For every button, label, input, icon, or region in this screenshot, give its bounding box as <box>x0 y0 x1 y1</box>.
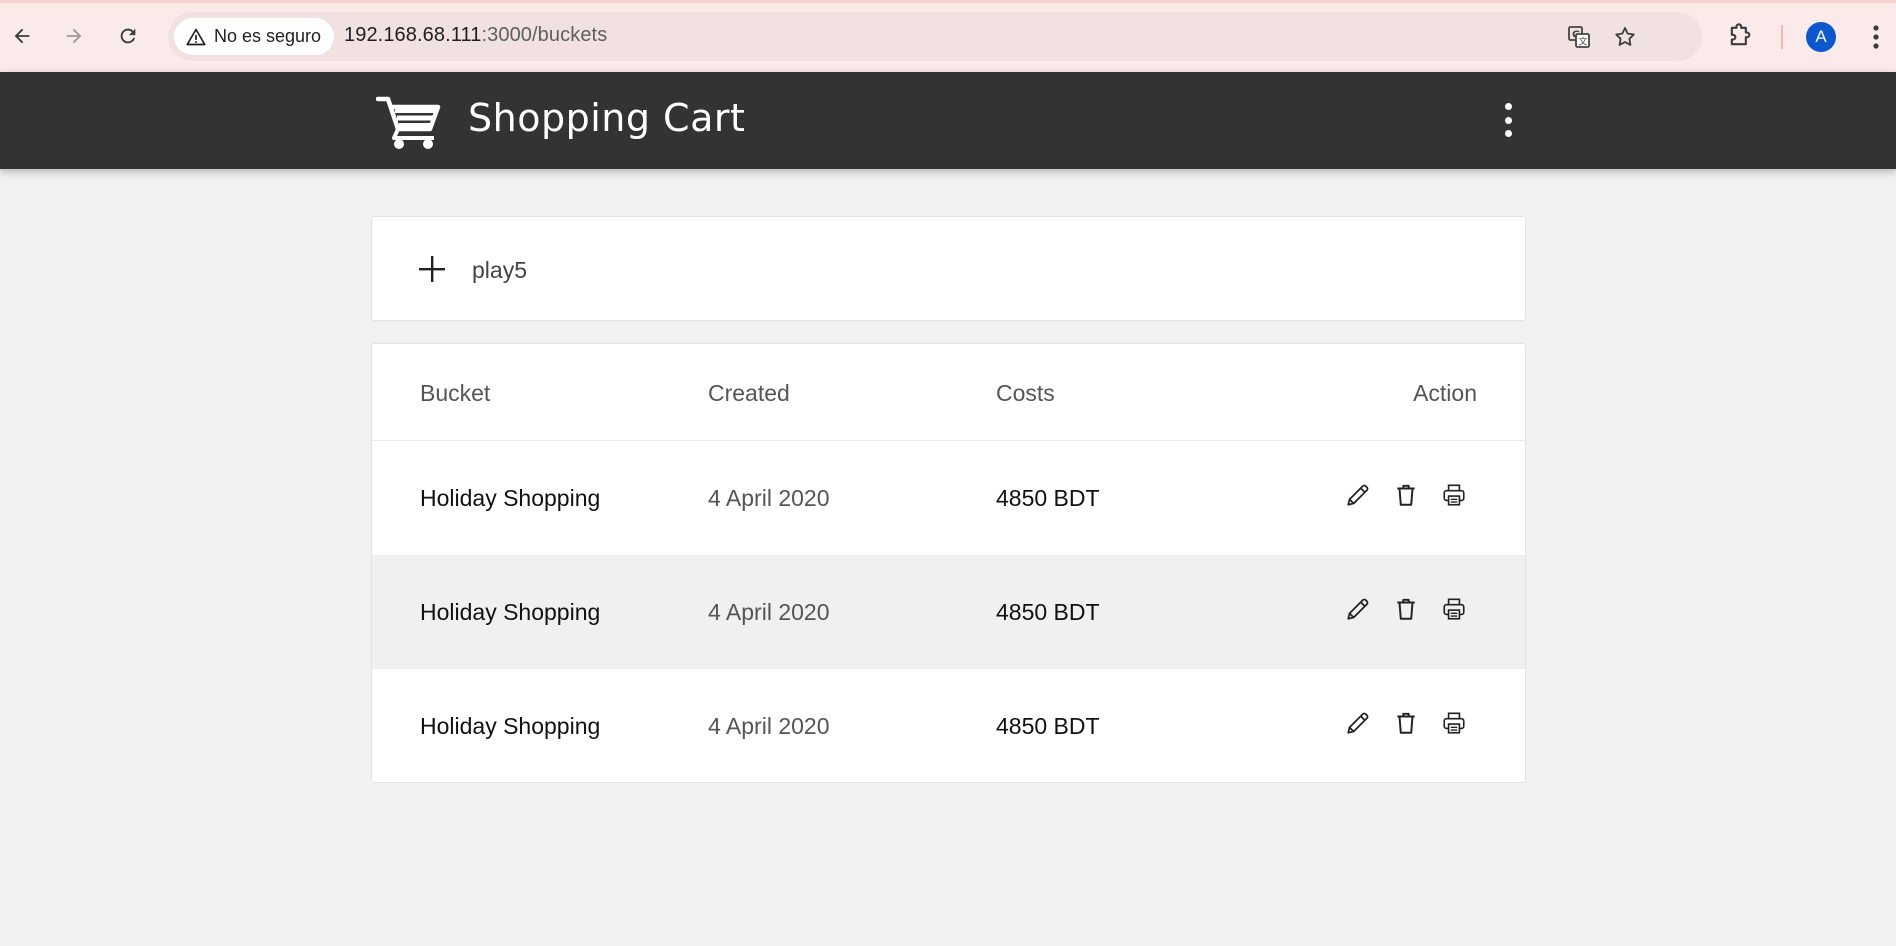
app-menu-button[interactable] <box>1496 100 1520 140</box>
bucket-cost: 4850 BDT <box>996 713 1100 739</box>
security-chip[interactable]: No es seguro <box>174 18 335 55</box>
translate-button[interactable]: G文 <box>1566 24 1592 50</box>
column-header-costs: Costs <box>996 380 1055 406</box>
shopping-cart-icon <box>375 94 442 155</box>
print-icon <box>1443 598 1465 620</box>
table-row: Holiday Shopping 4 April 2020 4850 BDT <box>372 669 1525 782</box>
edit-button[interactable] <box>1344 709 1372 737</box>
bucket-name: Holiday Shopping <box>420 599 601 625</box>
add-bucket-card <box>371 216 1526 321</box>
row-actions <box>1344 595 1468 623</box>
delete-button[interactable] <box>1392 481 1420 509</box>
more-vert-icon <box>1873 25 1879 49</box>
browser-toolbar: No es seguro 192.168.68.111:3000/buckets… <box>0 0 1896 72</box>
back-arrow-icon <box>14 28 30 44</box>
print-button[interactable] <box>1440 481 1468 509</box>
edit-button[interactable] <box>1344 481 1372 509</box>
more-vert-icon-dot <box>1504 103 1512 110</box>
table-header: Bucket Created Costs Action <box>372 344 1525 441</box>
add-bucket-button[interactable] <box>418 255 446 288</box>
delete-button[interactable] <box>1392 709 1420 737</box>
table-row: Holiday Shopping 4 April 2020 4850 BDT <box>372 555 1525 669</box>
bucket-name: Holiday Shopping <box>420 485 601 511</box>
more-vert-icon-dot <box>1504 116 1512 124</box>
address-bar[interactable]: No es seguro 192.168.68.111:3000/buckets… <box>168 12 1702 61</box>
more-vert-icon-dot <box>1504 130 1512 137</box>
extensions-button[interactable] <box>1726 22 1754 55</box>
star-icon <box>1615 27 1635 46</box>
forward-arrow-icon <box>66 28 82 44</box>
delete-icon <box>1397 484 1415 506</box>
print-icon <box>1443 484 1465 506</box>
toolbar-divider <box>1781 25 1783 49</box>
back-button[interactable] <box>8 22 36 50</box>
edit-icon <box>1347 598 1369 620</box>
bucket-created: 4 April 2020 <box>708 713 830 739</box>
forward-button[interactable] <box>60 22 88 50</box>
security-label: No es seguro <box>214 26 322 46</box>
bucket-name-input[interactable] <box>472 253 1472 287</box>
buckets-table: Bucket Created Costs Action Holiday Shop… <box>371 343 1526 783</box>
app-title: Shopping Cart <box>468 96 746 140</box>
print-icon <box>1443 712 1465 734</box>
url-path: :3000/buckets <box>481 24 608 46</box>
edit-icon <box>1347 712 1369 734</box>
bucket-created: 4 April 2020 <box>708 485 830 511</box>
bucket-name: Holiday Shopping <box>420 713 601 739</box>
bucket-cost: 4850 BDT <box>996 599 1100 625</box>
translate-icon: G文 <box>1568 26 1590 48</box>
url-host: 192.168.68.111 <box>344 24 482 46</box>
reload-button[interactable] <box>114 22 142 50</box>
print-button[interactable] <box>1440 709 1468 737</box>
edit-icon <box>1347 484 1369 506</box>
plus-icon <box>419 256 445 282</box>
reload-icon <box>120 28 136 44</box>
print-button[interactable] <box>1440 595 1468 623</box>
bucket-cost: 4850 BDT <box>996 485 1100 511</box>
column-header-bucket: Bucket <box>420 380 491 406</box>
column-header-created: Created <box>708 380 790 406</box>
warning-icon <box>186 28 206 45</box>
bookmark-button[interactable] <box>1612 24 1638 50</box>
extensions-icon <box>1730 23 1751 46</box>
row-actions <box>1344 481 1468 509</box>
tab-strip-edge <box>0 0 1896 3</box>
column-header-action: Action <box>1413 380 1477 406</box>
delete-icon <box>1397 712 1415 734</box>
url-text[interactable]: 192.168.68.111:3000/buckets <box>344 24 607 47</box>
delete-icon <box>1397 598 1415 620</box>
edit-button[interactable] <box>1344 595 1372 623</box>
app-header: Shopping Cart <box>0 72 1896 169</box>
svg-text:文: 文 <box>1579 36 1588 48</box>
row-actions <box>1344 709 1468 737</box>
delete-button[interactable] <box>1392 595 1420 623</box>
profile-avatar[interactable]: A <box>1806 22 1836 52</box>
table-row: Holiday Shopping 4 April 2020 4850 BDT <box>372 441 1525 555</box>
bucket-created: 4 April 2020 <box>708 599 830 625</box>
browser-menu-button[interactable] <box>1866 22 1886 57</box>
